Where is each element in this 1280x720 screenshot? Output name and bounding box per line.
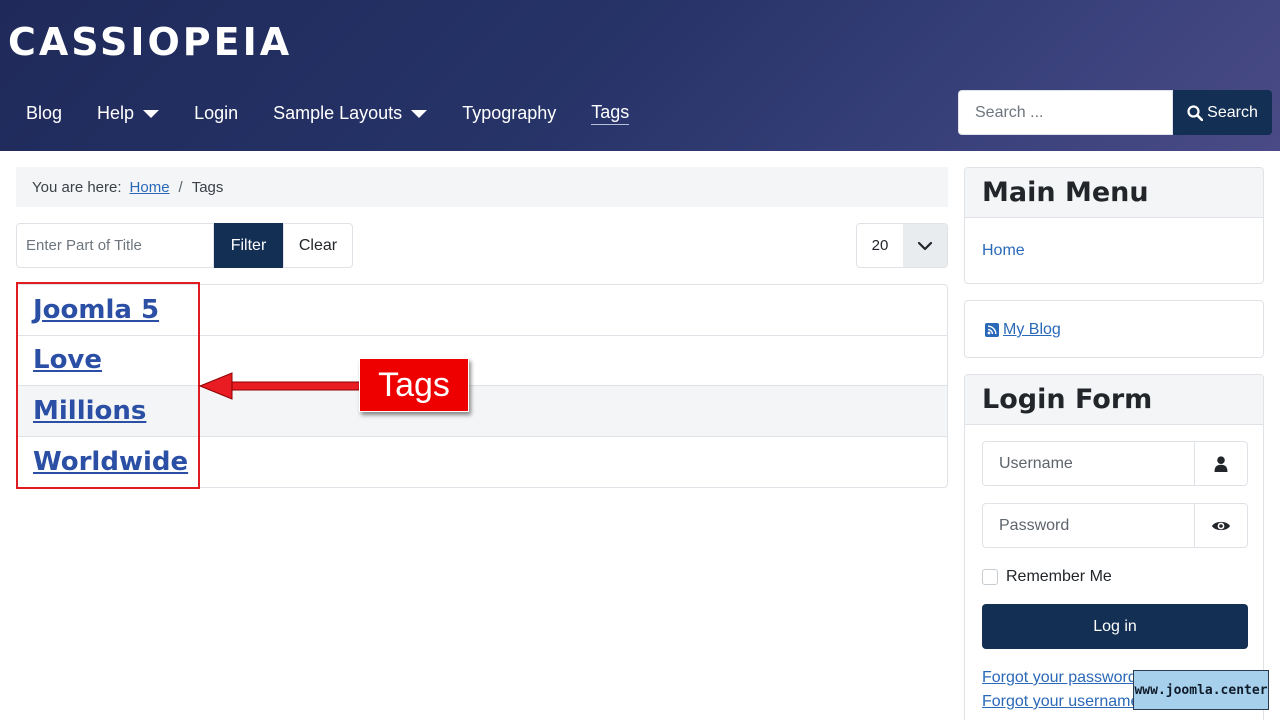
breadcrumb-separator: / xyxy=(178,178,183,196)
chevron-down-icon xyxy=(143,110,160,118)
nav-item-label: Sample Layouts xyxy=(273,102,403,123)
list-limit-value: 20 xyxy=(871,237,889,254)
my-blog-label: My Blog xyxy=(1003,321,1061,338)
nav-item-label: Typography xyxy=(462,102,557,123)
remember-me-label: Remember Me xyxy=(1006,568,1112,585)
nav-item-label: Login xyxy=(194,102,239,123)
blog-module: My Blog xyxy=(964,300,1264,358)
forgot-username-link[interactable]: Forgot your username? xyxy=(982,693,1148,711)
nav-item-label: Help xyxy=(97,102,135,123)
search-button-label: Search xyxy=(1207,103,1258,121)
eye-icon[interactable] xyxy=(1195,503,1248,548)
chevron-down-icon xyxy=(411,110,428,118)
search-icon xyxy=(1187,104,1204,121)
list-item: Millions xyxy=(17,386,947,437)
nav-item-help[interactable]: Help xyxy=(97,92,160,134)
filter-bar: Filter Clear xyxy=(16,223,353,268)
nav-item-typography[interactable]: Typography xyxy=(462,92,556,134)
username-field[interactable] xyxy=(982,441,1195,486)
menu-item-home[interactable]: Home xyxy=(982,242,1025,260)
chevron-down-icon xyxy=(903,224,947,267)
site-brand[interactable]: CASSIOPEIA xyxy=(8,20,292,64)
nav-item-label: Blog xyxy=(26,102,63,123)
tag-link[interactable]: Worldwide xyxy=(33,447,188,477)
password-field[interactable] xyxy=(982,503,1195,548)
login-form-module: Login Form Remember Me Log in Forgot you… xyxy=(964,374,1264,720)
module-title: Login Form xyxy=(965,375,1263,425)
tag-link[interactable]: Joomla 5 xyxy=(33,295,159,325)
rss-icon xyxy=(985,323,999,337)
annotation-arrow-icon xyxy=(198,372,362,400)
breadcrumb-prefix: You are here: xyxy=(32,178,122,196)
annotation-label: Tags xyxy=(359,358,469,412)
nav-item-login[interactable]: Login xyxy=(194,92,238,134)
tag-link[interactable]: Love xyxy=(33,345,102,375)
login-button[interactable]: Log in xyxy=(982,604,1248,649)
remember-me: Remember Me xyxy=(982,568,1112,586)
watermark-badge: www.joomla.center xyxy=(1133,670,1269,710)
search-form: Search xyxy=(958,90,1272,135)
search-input[interactable] xyxy=(958,90,1173,135)
clear-button[interactable]: Clear xyxy=(283,223,353,268)
nav-item-blog[interactable]: Blog xyxy=(26,92,62,134)
list-item: Worldwide xyxy=(17,437,947,488)
nav-item-tags[interactable]: Tags xyxy=(591,92,630,134)
site-header: CASSIOPEIA Blog Help Login Sample Layout… xyxy=(0,0,1280,151)
list-limit-select[interactable]: 20 xyxy=(856,223,948,268)
nav-item-label: Tags xyxy=(591,102,630,125)
my-blog-link[interactable]: My Blog xyxy=(985,321,1061,339)
main-menu-module: Main Menu Home xyxy=(964,167,1264,284)
search-button[interactable]: Search xyxy=(1173,90,1272,135)
user-icon xyxy=(1195,441,1248,486)
tag-list: Joomla 5 Love Millions Worldwide xyxy=(16,284,948,488)
module-title: Main Menu xyxy=(965,168,1263,218)
remember-me-checkbox[interactable] xyxy=(982,569,998,585)
main-nav: Blog Help Login Sample Layouts Typograph… xyxy=(26,92,664,134)
username-group xyxy=(982,441,1248,486)
breadcrumb-current: Tags xyxy=(191,178,224,196)
filter-input[interactable] xyxy=(16,223,214,268)
forgot-password-link[interactable]: Forgot your password? xyxy=(982,669,1146,687)
list-item: Love xyxy=(17,336,947,386)
list-item: Joomla 5 xyxy=(17,285,947,336)
tag-link[interactable]: Millions xyxy=(33,396,146,426)
nav-item-sample-layouts[interactable]: Sample Layouts xyxy=(273,92,428,134)
password-group xyxy=(982,503,1248,548)
filter-button[interactable]: Filter xyxy=(214,223,283,268)
breadcrumb: You are here: Home / Tags xyxy=(16,167,948,207)
breadcrumb-home-link[interactable]: Home xyxy=(130,179,170,196)
